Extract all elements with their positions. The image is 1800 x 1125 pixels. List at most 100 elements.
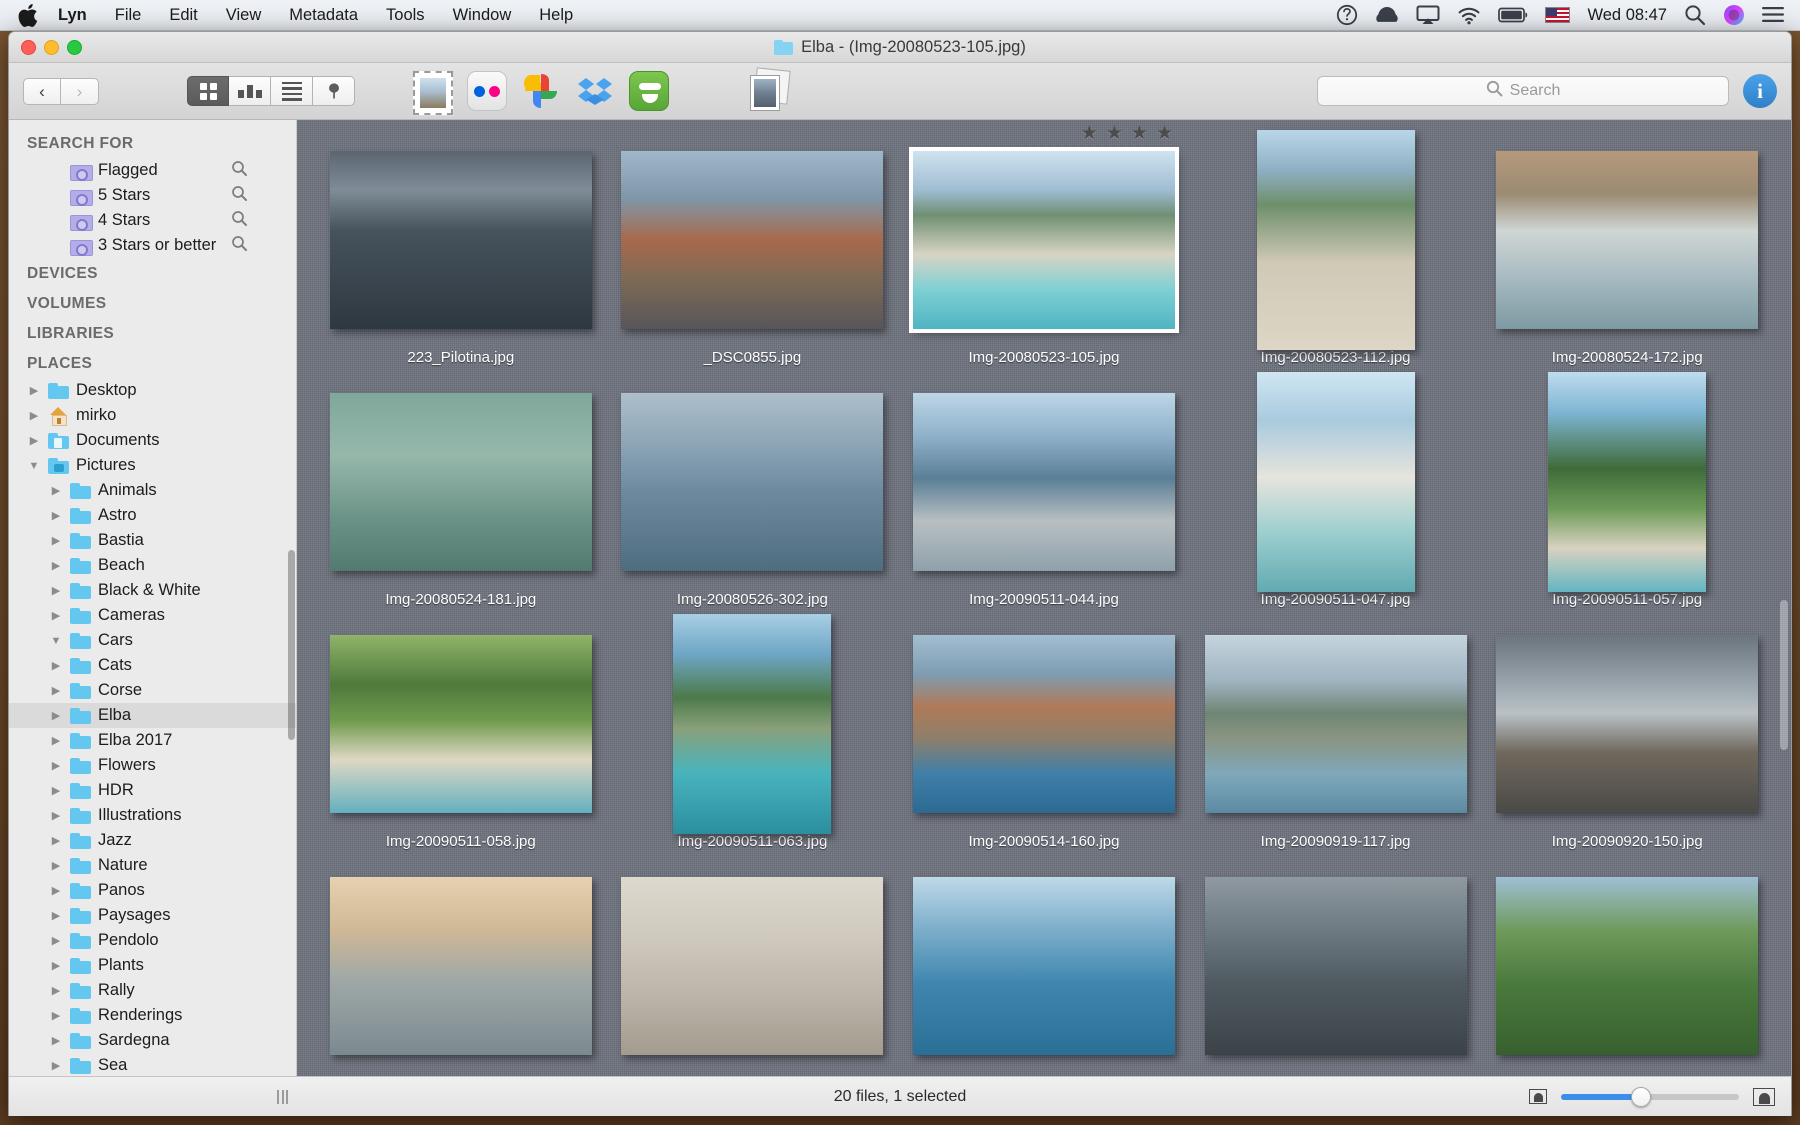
battery-icon[interactable]	[1498, 7, 1528, 23]
view-mode-filmstrip-button[interactable]	[229, 76, 271, 106]
sidebar-item-renderings[interactable]: ▶Renderings	[9, 1003, 296, 1028]
sidebar-item-flowers[interactable]: ▶Flowers	[9, 753, 296, 778]
slideshow-icon[interactable]	[747, 69, 795, 113]
sidebar-item-4-stars[interactable]: ▶4 Stars	[9, 208, 296, 233]
disclosure-triangle-collapsed-icon[interactable]: ▶	[49, 534, 63, 547]
disclosure-triangle-collapsed-icon[interactable]: ▶	[49, 584, 63, 597]
sidebar-item-desktop[interactable]: ▶Desktop	[9, 378, 296, 403]
menu-item-view[interactable]: View	[212, 0, 275, 31]
disclosure-triangle-collapsed-icon[interactable]: ▶	[49, 559, 63, 572]
apple-logo-icon[interactable]	[18, 4, 38, 26]
menu-item-help[interactable]: Help	[525, 0, 587, 31]
disclosure-triangle-collapsed-icon[interactable]: ▶	[49, 759, 63, 772]
disclosure-triangle-collapsed-icon[interactable]: ▶	[27, 409, 41, 422]
thumbnail-image[interactable]	[1257, 372, 1415, 592]
thumbnail-cell[interactable]: Img-20080526-302.jpg	[607, 376, 899, 614]
sidebar-item-bastia[interactable]: ▶Bastia	[9, 528, 296, 553]
thumbnail-cell[interactable]: Img-20090920-150.jpg	[1481, 618, 1773, 856]
disclosure-triangle-collapsed-icon[interactable]: ▶	[49, 509, 63, 522]
disclosure-triangle-expanded-icon[interactable]: ▼	[27, 460, 41, 472]
google-photos-icon[interactable]	[521, 71, 561, 111]
thumbnail-image[interactable]	[621, 151, 883, 329]
dropbox-menu-icon[interactable]	[1375, 5, 1399, 25]
thumbnail-cell[interactable]: Img-20090919-117.jpg	[1190, 618, 1482, 856]
thumbnail-cell[interactable]: ★★★★Img-20080523-105.jpg	[898, 134, 1190, 372]
thumbnail-cell[interactable]: Img-20080524-172.jpg	[1481, 134, 1773, 372]
disclosure-triangle-collapsed-icon[interactable]: ▶	[49, 734, 63, 747]
disclosure-triangle-expanded-icon[interactable]: ▼	[49, 635, 63, 647]
menu-item-edit[interactable]: Edit	[155, 0, 211, 31]
small-thumbnail-icon[interactable]	[1529, 1089, 1547, 1104]
smart-search-icon[interactable]	[231, 185, 248, 206]
close-button[interactable]	[21, 40, 36, 55]
smart-search-icon[interactable]	[231, 160, 248, 181]
thumbnail-image[interactable]	[913, 393, 1175, 571]
us-flag-icon[interactable]	[1545, 7, 1570, 23]
minimize-button[interactable]	[44, 40, 59, 55]
disclosure-triangle-collapsed-icon[interactable]: ▶	[49, 959, 63, 972]
thumbnail-image[interactable]	[621, 877, 883, 1055]
disclosure-triangle-collapsed-icon[interactable]: ▶	[49, 1059, 63, 1072]
thumbnail-size-slider[interactable]	[1561, 1094, 1739, 1100]
disclosure-triangle-collapsed-icon[interactable]: ▶	[49, 684, 63, 697]
thumbnail-image[interactable]	[621, 393, 883, 571]
notification-center-icon[interactable]	[1762, 6, 1784, 24]
thumbnail-image[interactable]	[1496, 877, 1758, 1055]
thumbnail-cell[interactable]	[315, 860, 607, 1081]
disclosure-triangle-collapsed-icon[interactable]: ▶	[49, 659, 63, 672]
sidebar-item-3-stars-or-better[interactable]: ▶3 Stars or better	[9, 233, 296, 258]
thumbnail-image[interactable]	[330, 393, 592, 571]
sidebar-item-5-stars[interactable]: ▶5 Stars	[9, 183, 296, 208]
thumbnail-cell[interactable]: _DSC0855.jpg	[607, 134, 899, 372]
star-rating[interactable]: ★★★★	[1081, 124, 1173, 143]
disclosure-triangle-collapsed-icon[interactable]: ▶	[27, 434, 41, 447]
disclosure-triangle-collapsed-icon[interactable]: ▶	[49, 859, 63, 872]
thumbnail-image[interactable]	[1548, 372, 1706, 592]
thumbnail-cell[interactable]: Img-20080523-112.jpg	[1190, 134, 1482, 372]
siri-icon[interactable]	[1723, 4, 1745, 26]
sidebar-item-pendolo[interactable]: ▶Pendolo	[9, 928, 296, 953]
disclosure-triangle-collapsed-icon[interactable]: ▶	[49, 884, 63, 897]
view-mode-grid-button[interactable]	[187, 76, 229, 106]
thumbnail-image[interactable]	[913, 151, 1175, 329]
thumbnail-image[interactable]	[1496, 151, 1758, 329]
thumbnail-cell[interactable]: Img-20090511-044.jpg	[898, 376, 1190, 614]
sidebar-resize-grip[interactable]	[277, 1090, 288, 1104]
sidebar-item-plants[interactable]: ▶Plants	[9, 953, 296, 978]
thumbnail-image[interactable]	[330, 151, 592, 329]
disclosure-triangle-collapsed-icon[interactable]: ▶	[49, 709, 63, 722]
sidebar-item-mirko[interactable]: ▶mirko	[9, 403, 296, 428]
disclosure-triangle-collapsed-icon[interactable]: ▶	[49, 1009, 63, 1022]
forward-button[interactable]: ›	[61, 78, 99, 105]
menu-item-window[interactable]: Window	[439, 0, 526, 31]
zoom-button[interactable]	[67, 40, 82, 55]
sidebar-item-documents[interactable]: ▶Documents	[9, 428, 296, 453]
sidebar-item-animals[interactable]: ▶Animals	[9, 478, 296, 503]
sidebar-item-panos[interactable]: ▶Panos	[9, 878, 296, 903]
disclosure-triangle-collapsed-icon[interactable]: ▶	[49, 934, 63, 947]
disclosure-triangle-collapsed-icon[interactable]: ▶	[49, 484, 63, 497]
thumbnail-cell[interactable]: Img-20090511-047.jpg	[1190, 376, 1482, 614]
menubar-clock[interactable]: Wed 08:47	[1587, 6, 1667, 25]
sidebar-item-cats[interactable]: ▶Cats	[9, 653, 296, 678]
thumbnail-cell[interactable]: Img-20090514-160.jpg	[898, 618, 1190, 856]
menu-item-tools[interactable]: Tools	[372, 0, 439, 31]
thumbnail-cell[interactable]	[607, 860, 899, 1081]
info-button[interactable]: i	[1743, 74, 1777, 108]
sidebar-item-black-white[interactable]: ▶Black & White	[9, 578, 296, 603]
sidebar-item-sea[interactable]: ▶Sea	[9, 1053, 296, 1078]
sidebar-item-rally[interactable]: ▶Rally	[9, 978, 296, 1003]
content-scrollbar[interactable]	[1780, 600, 1788, 750]
sidebar-item-pictures[interactable]: ▼Pictures	[9, 453, 296, 478]
disclosure-triangle-collapsed-icon[interactable]: ▶	[49, 609, 63, 622]
sidebar-item-cars[interactable]: ▼Cars	[9, 628, 296, 653]
sidebar-item-beach[interactable]: ▶Beach	[9, 553, 296, 578]
sidebar-item-elba[interactable]: ▶Elba	[9, 703, 296, 728]
sidebar-item-flagged[interactable]: ▶Flagged	[9, 158, 296, 183]
disclosure-triangle-collapsed-icon[interactable]: ▶	[49, 1034, 63, 1047]
sidebar-scrollbar[interactable]	[288, 550, 295, 740]
thumbnail-image[interactable]	[1205, 635, 1467, 813]
thumbnail-image[interactable]	[913, 635, 1175, 813]
stamp-icon[interactable]	[413, 71, 453, 111]
disclosure-triangle-collapsed-icon[interactable]: ▶	[49, 834, 63, 847]
